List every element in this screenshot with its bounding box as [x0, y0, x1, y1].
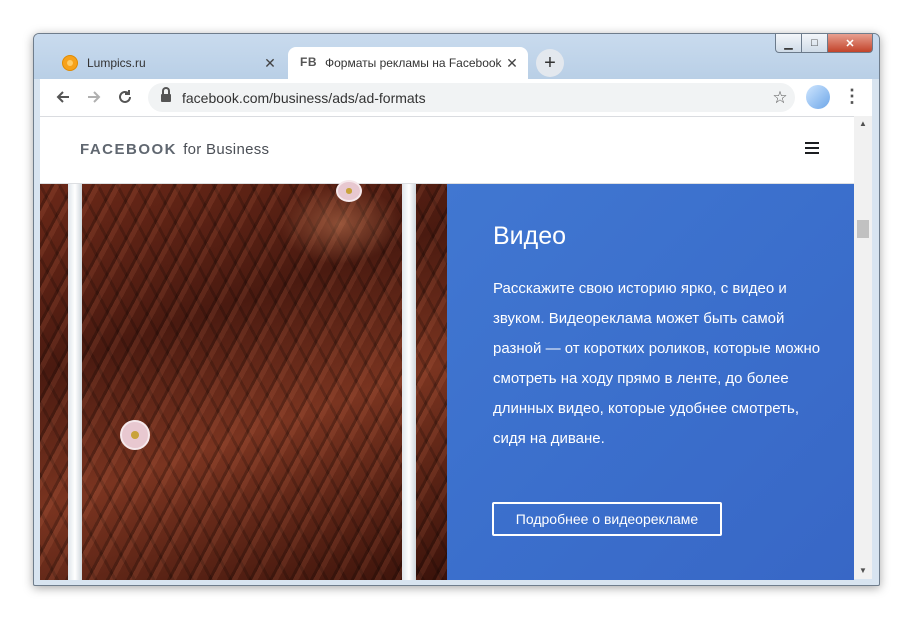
- tab-close-icon[interactable]: ✕: [502, 55, 522, 72]
- window-controls: ▁ □ ✕: [775, 34, 873, 53]
- learn-more-video-ads-button[interactable]: Подробнее о видеорекламе: [492, 502, 722, 536]
- section-title: Видео: [493, 222, 567, 250]
- lumpics-favicon-icon: [62, 55, 78, 71]
- hamburger-menu-icon[interactable]: [805, 142, 819, 154]
- minimize-button[interactable]: ▁: [775, 34, 802, 53]
- window-close-button[interactable]: ✕: [828, 34, 873, 53]
- scrollbar-thumb[interactable]: [857, 220, 869, 238]
- facebook-for-business-logo[interactable]: FACEBOOK for Business: [80, 141, 269, 158]
- lock-icon[interactable]: [161, 87, 171, 103]
- info-panel: Видео Расскажите свою историю ярко, с ви…: [447, 184, 854, 580]
- scroll-up-icon[interactable]: ▲: [854, 116, 872, 132]
- reload-icon[interactable]: [112, 84, 138, 110]
- url-text[interactable]: facebook.com/business/ads/ad-formats: [182, 90, 765, 106]
- bookmark-star-icon[interactable]: ☆: [765, 88, 795, 108]
- browser-menu-icon[interactable]: ⋮: [842, 84, 862, 110]
- tab-title: Lumpics.ru: [87, 56, 146, 70]
- tab-lumpics[interactable]: Lumpics.ru ✕: [50, 47, 286, 79]
- phone-frame-right: [402, 184, 416, 580]
- browser-toolbar: facebook.com/business/ads/ad-formats ☆ ⋮: [40, 79, 872, 116]
- tab-title: Форматы рекламы на Facebook: [325, 56, 502, 70]
- back-icon[interactable]: [50, 84, 76, 110]
- hair-photo: [40, 180, 447, 580]
- page-scrollbar[interactable]: ▲ ▼: [854, 116, 872, 579]
- scroll-down-icon[interactable]: ▼: [854, 563, 872, 579]
- section-description: Расскажите свою историю ярко, с видео и …: [493, 280, 821, 447]
- flower-decoration: [120, 420, 150, 450]
- flower-decoration: [336, 180, 362, 202]
- site-header: FACEBOOK for Business: [40, 117, 854, 184]
- forward-icon[interactable]: [81, 84, 107, 110]
- profile-avatar[interactable]: [806, 85, 830, 109]
- video-ad-section: Видео Расскажите свою историю ярко, с ви…: [40, 180, 854, 580]
- phone-frame-left: [68, 184, 82, 580]
- address-bar[interactable]: facebook.com/business/ads/ad-formats ☆: [148, 83, 795, 112]
- new-tab-button[interactable]: +: [536, 49, 564, 77]
- browser-window: ▁ □ ✕ Lumpics.ru ✕ FB Форматы рекламы на…: [33, 33, 880, 586]
- tab-close-icon[interactable]: ✕: [260, 55, 280, 72]
- fb-favicon-icon: FB: [300, 55, 317, 69]
- page-viewport: FACEBOOK for Business Видео Расскажите с…: [40, 116, 854, 580]
- tab-facebook-ad-formats[interactable]: FB Форматы рекламы на Facebook ✕: [288, 47, 528, 79]
- maximize-button[interactable]: □: [802, 34, 828, 53]
